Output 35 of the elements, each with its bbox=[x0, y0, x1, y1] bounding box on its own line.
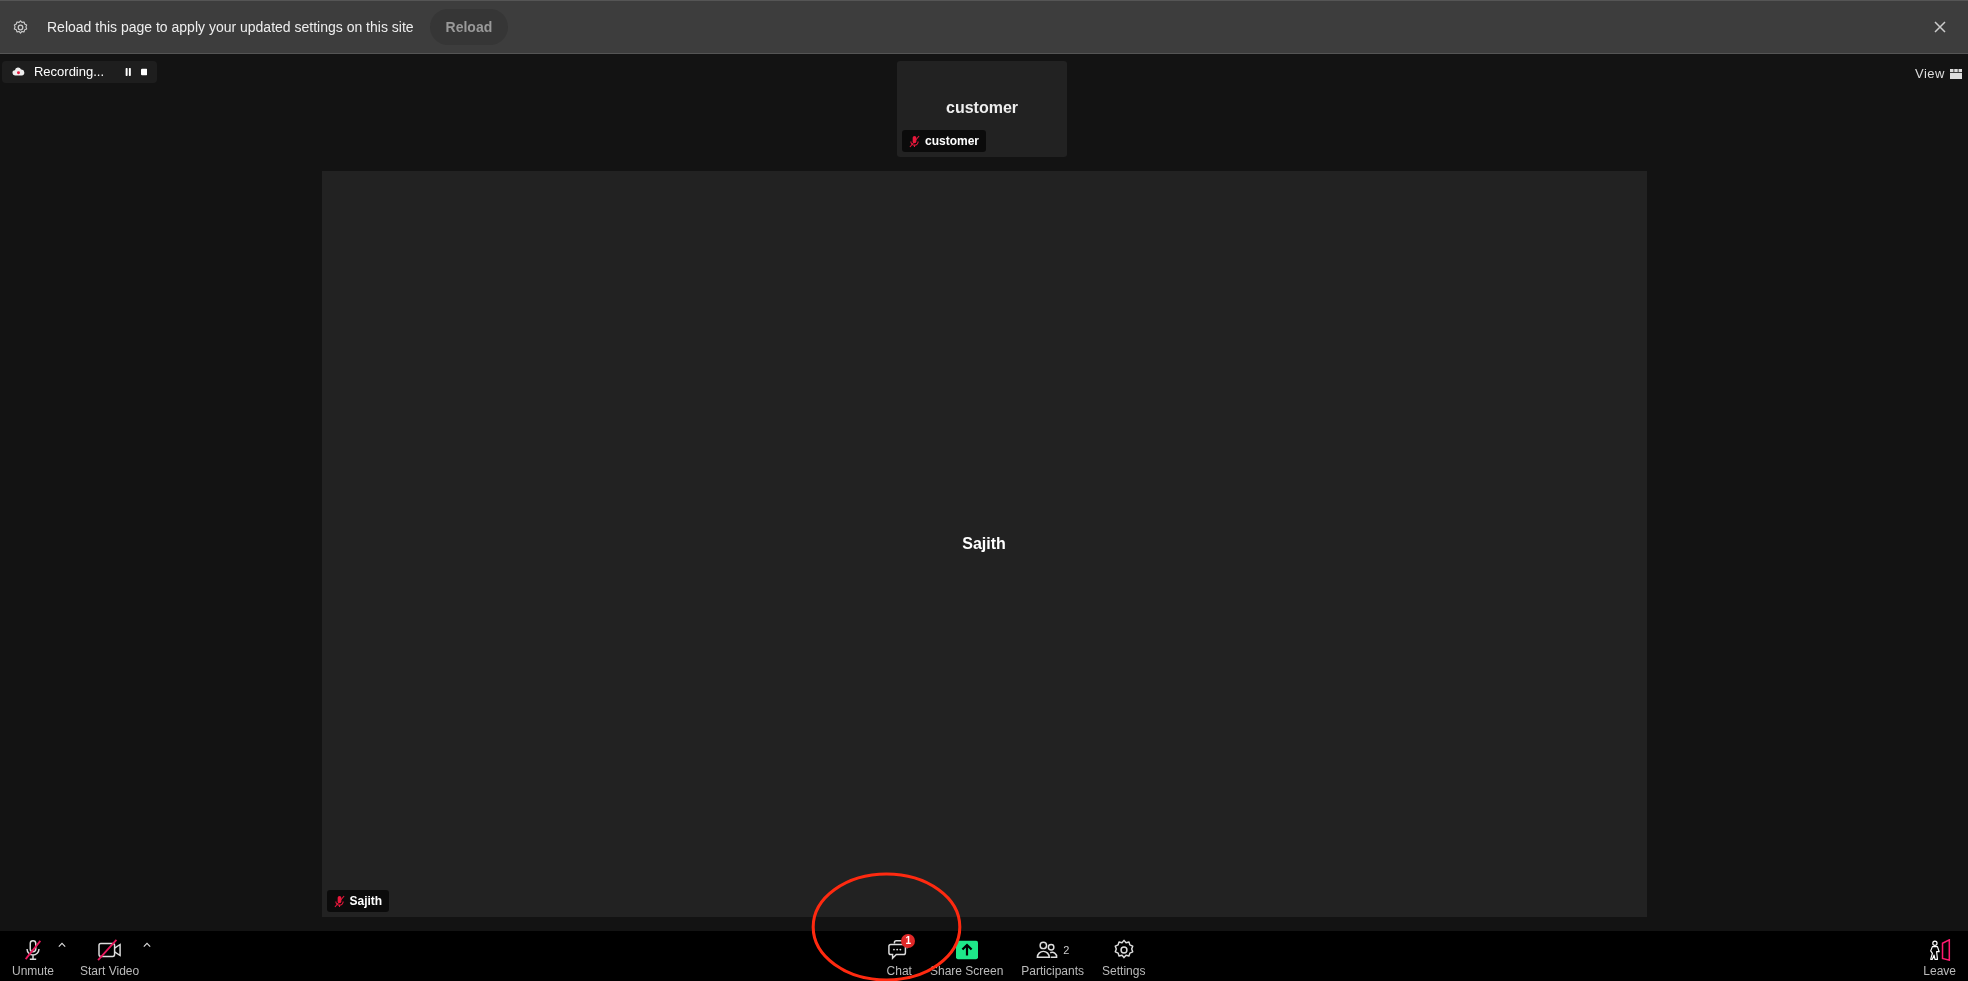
grid-icon bbox=[1950, 68, 1962, 79]
participant-count: 2 bbox=[1063, 943, 1070, 956]
button-label: Participants bbox=[1021, 963, 1085, 978]
button-label: Chat bbox=[886, 963, 912, 978]
leave-button[interactable]: Leave bbox=[1921, 934, 1958, 978]
participants-icon bbox=[1036, 938, 1059, 961]
cloud-recording-icon bbox=[12, 65, 25, 78]
button-label: Start Video bbox=[80, 963, 140, 978]
participants-button[interactable]: 2 Participants bbox=[1019, 934, 1087, 978]
button-label: Leave bbox=[1923, 963, 1956, 978]
video-button[interactable]: Start Video bbox=[78, 934, 142, 978]
participant-name: customer bbox=[946, 99, 1018, 118]
caret-icon[interactable] bbox=[58, 941, 67, 948]
close-icon[interactable] bbox=[1934, 21, 1946, 33]
recording-label: Recording... bbox=[33, 64, 105, 79]
name-tag-label: Sajith bbox=[349, 894, 383, 908]
stop-icon[interactable] bbox=[140, 66, 147, 77]
notification-badge: 1 bbox=[901, 933, 916, 948]
view-button[interactable]: View bbox=[1915, 66, 1962, 81]
button-label: Settings bbox=[1102, 963, 1146, 978]
name-tag-label: customer bbox=[925, 134, 980, 148]
settings-icon bbox=[12, 18, 29, 36]
settings-icon bbox=[1112, 938, 1135, 961]
chat-button[interactable]: 1 Chat bbox=[884, 934, 914, 978]
microphone-icon bbox=[22, 938, 44, 961]
mic-button[interactable]: Unmute bbox=[10, 934, 57, 978]
share-screen-icon bbox=[955, 938, 978, 961]
banner-message: Reload this page to apply your updated settings on this site bbox=[47, 19, 414, 35]
caret-icon[interactable] bbox=[143, 941, 152, 948]
button-label: Unmute bbox=[12, 963, 55, 978]
pause-icon[interactable] bbox=[125, 66, 132, 77]
settings-button[interactable]: Settings bbox=[1100, 934, 1148, 978]
speaker-name: Sajith bbox=[962, 535, 1006, 553]
reload-button[interactable]: Reload bbox=[429, 9, 509, 45]
video-camera-icon bbox=[95, 938, 124, 961]
